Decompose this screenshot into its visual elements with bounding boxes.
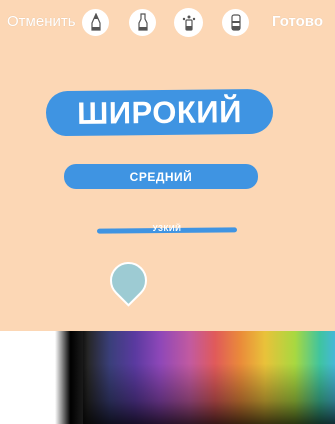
pen-icon[interactable] [82, 9, 109, 36]
cancel-button[interactable]: Отменить [7, 13, 76, 30]
brush-size-medium-label: СРЕДНИЙ [129, 169, 193, 184]
marker-icon[interactable] [129, 9, 156, 36]
eraser-icon[interactable] [222, 9, 249, 36]
palette-black-swatch[interactable] [55, 331, 83, 424]
neon-icon[interactable] [174, 8, 203, 37]
brush-size-medium[interactable]: СРЕДНИЙ [64, 164, 258, 189]
top-toolbar: Отменить Готово [0, 0, 335, 46]
brush-size-wide-label: ШИРОКИЙ [76, 93, 243, 131]
brush-size-wide[interactable]: ШИРОКИЙ [45, 88, 274, 137]
brush-size-narrow-label: УЗКИЙ [152, 224, 182, 233]
palette-white-swatch[interactable] [0, 331, 58, 424]
done-button[interactable]: Готово [272, 13, 323, 30]
